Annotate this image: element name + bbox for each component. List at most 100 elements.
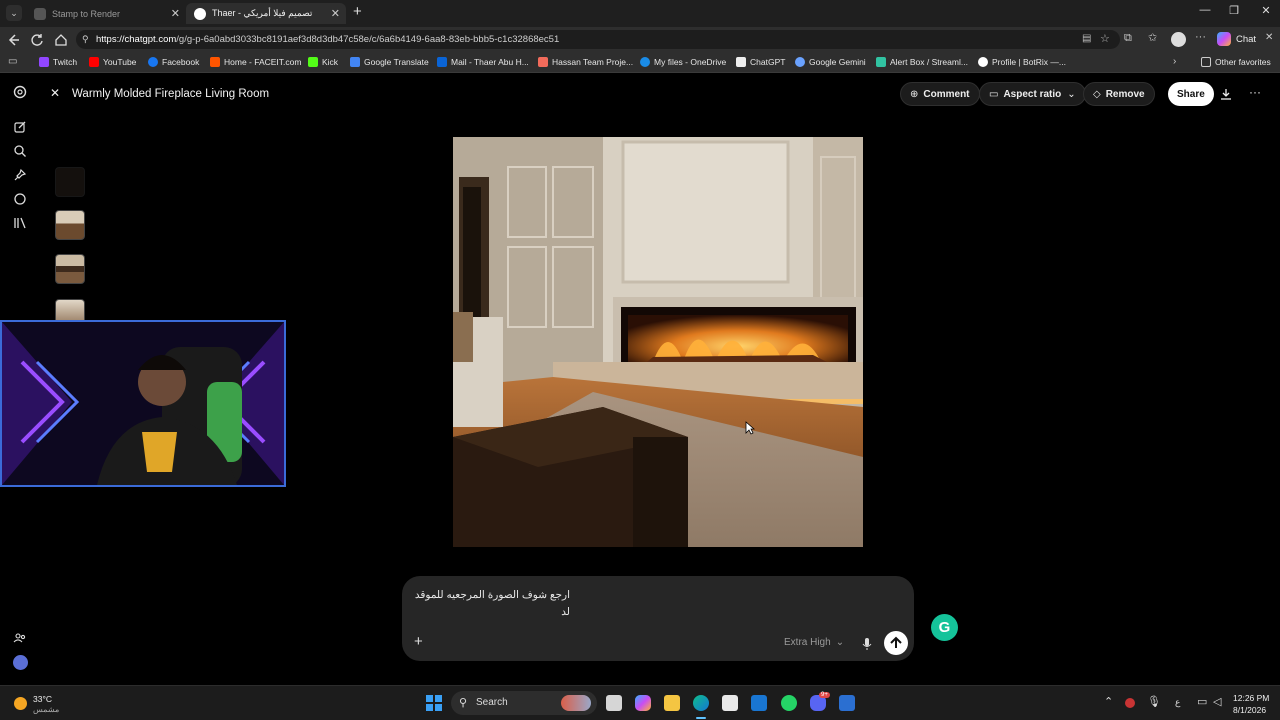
close-sidebar-icon[interactable]: ✕: [1265, 32, 1273, 43]
clock-time[interactable]: 12:26 PM: [1233, 693, 1269, 703]
comment-button[interactable]: ⊕ Comment: [900, 82, 980, 106]
prompt-composer[interactable]: ارجع شوف الصورة المرجعيه للموقد لد + Ext…: [402, 576, 914, 661]
bookmark-twitch[interactable]: Twitch: [39, 57, 77, 67]
eraser-icon: ◇: [1093, 88, 1101, 100]
chevron-down-icon: ⌄: [835, 637, 845, 648]
copilot-app-icon[interactable]: [635, 695, 651, 711]
prompt-line-1[interactable]: ارجع شوف الصورة المرجعيه للموقد: [415, 589, 570, 601]
close-tab-icon[interactable]: ✕: [331, 7, 340, 20]
aspect-ratio-icon: ▭: [989, 88, 999, 100]
chevron-down-icon: ⌄: [1067, 88, 1076, 100]
bookmark-google-gemini[interactable]: Google Gemini: [795, 57, 866, 67]
minimize-icon[interactable]: —: [1192, 4, 1218, 16]
twitch-icon: [39, 57, 49, 67]
profile-avatar[interactable]: [1171, 32, 1186, 47]
tab-label: Thaer - تصميم فيلا أمريكي: [212, 8, 313, 18]
faceit-icon: [210, 57, 220, 67]
send-button[interactable]: [884, 631, 908, 655]
share-button[interactable]: Share: [1168, 82, 1214, 106]
windows-start-icon[interactable]: [426, 695, 442, 711]
grammarly-icon[interactable]: G: [931, 614, 958, 641]
chatgpt-image-viewer: ✕ Warmly Molded Fireplace Living Room ⊕ C…: [0, 73, 1280, 685]
active-app-indicator: [696, 717, 706, 719]
bookmark-chatgpt[interactable]: ChatGPT: [736, 57, 785, 67]
bookmark-kick[interactable]: Kick: [308, 57, 338, 67]
chat-bubble-icon[interactable]: [13, 192, 27, 206]
aspect-ratio-button[interactable]: ▭ Aspect ratio ⌄: [979, 82, 1086, 106]
library-icon[interactable]: [13, 216, 27, 230]
bookmark-onedrive[interactable]: My files - OneDrive: [640, 57, 726, 67]
prompt-line-2[interactable]: لد: [561, 606, 570, 618]
extensions-icon[interactable]: ⧉: [1124, 32, 1132, 45]
microphone-tray-icon[interactable]: 🎙: [1147, 695, 1161, 708]
add-attachment-icon[interactable]: +: [414, 633, 423, 650]
openai-logo-icon[interactable]: [13, 85, 27, 99]
clock-date[interactable]: 8/1/2026: [1233, 705, 1266, 715]
favorite-star-icon[interactable]: ☆: [1100, 32, 1110, 45]
bookmark-faceit[interactable]: Home - FACEIT.com: [210, 57, 301, 67]
close-window-icon[interactable]: ✕: [1253, 4, 1279, 17]
file-explorer-icon[interactable]: [664, 695, 680, 711]
bookmark-hassan-team[interactable]: Hassan Team Proje...: [538, 57, 633, 67]
project-icon: [538, 57, 548, 67]
copilot-chat-button[interactable]: Chat: [1217, 32, 1256, 46]
edge-browser-icon[interactable]: [693, 695, 709, 711]
taskbar-search[interactable]: ⚲ Search: [451, 691, 597, 715]
favorites-icon[interactable]: ✩: [1148, 31, 1157, 44]
reasoning-effort-select[interactable]: Extra High ⌄: [784, 637, 844, 648]
microsoft-store-icon[interactable]: [722, 695, 738, 711]
more-options-icon[interactable]: ···: [1249, 85, 1261, 99]
tab-stamp-to-render[interactable]: Stamp to Render ✕: [26, 3, 186, 24]
image-thumbnail[interactable]: [55, 210, 85, 240]
image-thumbnail[interactable]: [55, 254, 85, 284]
new-chat-icon[interactable]: [13, 120, 27, 134]
weather-temp[interactable]: 33°C: [33, 694, 52, 704]
task-view-icon[interactable]: [606, 695, 622, 711]
close-viewer-icon[interactable]: ✕: [50, 86, 60, 100]
site-info-icon[interactable]: ⚲: [82, 34, 89, 45]
search-icon[interactable]: [13, 144, 27, 158]
volume-icon[interactable]: ◁: [1213, 695, 1221, 708]
folder-icon: [1201, 57, 1211, 67]
search-highlight-icon: [561, 695, 591, 711]
network-icon[interactable]: ▭: [1197, 695, 1207, 708]
more-options-icon[interactable]: ···: [1195, 31, 1206, 43]
bookmarks-menu-icon[interactable]: ▭: [8, 56, 17, 67]
tab-thaer[interactable]: Thaer - تصميم فيلا أمريكي ✕: [186, 3, 346, 24]
generated-image[interactable]: [453, 137, 863, 547]
bookmark-google-translate[interactable]: Google Translate: [350, 57, 429, 67]
tab-favicon-icon: [34, 7, 46, 20]
remove-button[interactable]: ◇ Remove: [1083, 82, 1155, 106]
close-tab-icon[interactable]: ✕: [171, 7, 180, 20]
user-avatar[interactable]: [13, 655, 28, 670]
input-language[interactable]: ع: [1175, 697, 1180, 708]
maximize-icon[interactable]: ❐: [1221, 4, 1247, 17]
bookmark-mail[interactable]: Mail - Thaer Abu H...: [437, 57, 529, 67]
other-favorites[interactable]: Other favorites: [1201, 57, 1271, 67]
image-thumbnail[interactable]: [55, 167, 85, 197]
refresh-icon[interactable]: [30, 33, 44, 47]
outlook-icon[interactable]: [751, 695, 767, 711]
bookmark-alert-box[interactable]: Alert Box / Streaml...: [876, 57, 968, 67]
microphone-icon[interactable]: [862, 637, 872, 651]
weather-sun-icon[interactable]: [14, 697, 27, 710]
back-icon[interactable]: [6, 33, 20, 47]
show-hidden-icons-icon[interactable]: ⌃: [1104, 695, 1113, 708]
notification-badge: 9+: [819, 692, 830, 698]
bookmarks-overflow-icon[interactable]: ›: [1173, 56, 1176, 67]
reading-view-icon[interactable]: ▤: [1082, 33, 1091, 44]
address-bar[interactable]: ⚲ https://chatgpt.com/g/g-p-6a0abd3033bc…: [76, 30, 1120, 49]
photoshop-icon[interactable]: [839, 695, 855, 711]
tab-actions-chevron-icon[interactable]: ⌄: [6, 5, 22, 21]
copilot-icon: [1217, 32, 1231, 46]
home-icon[interactable]: [54, 33, 68, 47]
whatsapp-icon[interactable]: [781, 695, 797, 711]
security-icon[interactable]: [1125, 698, 1135, 708]
bookmark-youtube[interactable]: YouTube: [89, 57, 136, 67]
new-tab-button[interactable]: +: [353, 3, 362, 20]
bookmark-botrix[interactable]: Profile | BotRix —...: [978, 57, 1066, 67]
download-icon[interactable]: [1219, 87, 1233, 101]
pin-icon[interactable]: [13, 168, 27, 182]
bookmark-facebook[interactable]: Facebook: [148, 57, 199, 67]
team-icon[interactable]: [13, 631, 27, 645]
